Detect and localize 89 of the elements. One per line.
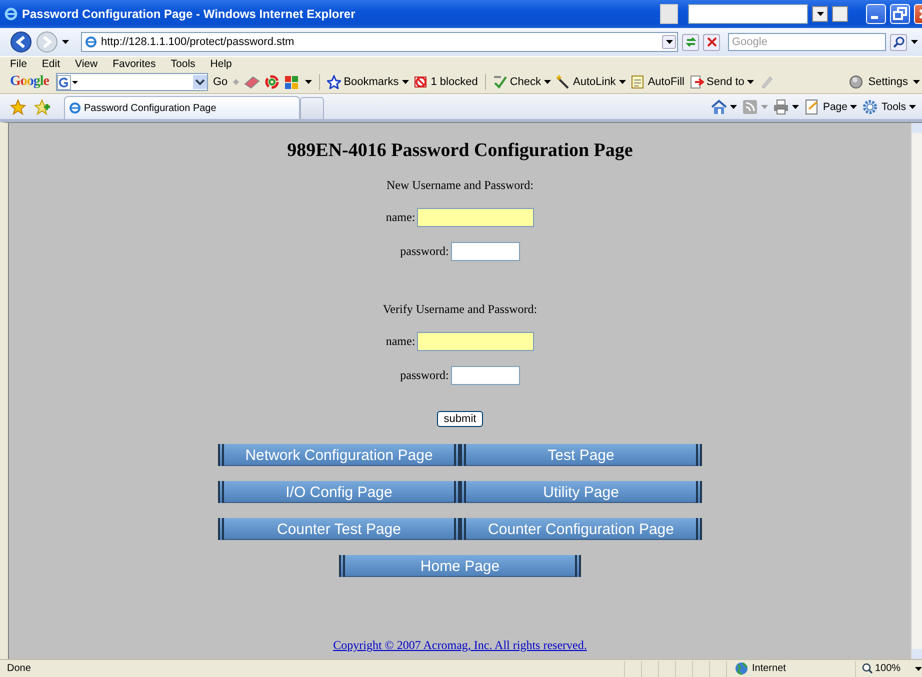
dropdown-arrow-icon[interactable] (544, 80, 551, 84)
magic-wand-icon (556, 75, 570, 89)
globe-icon (735, 662, 748, 675)
field-label: password: (400, 368, 449, 383)
ie-page-icon (69, 102, 81, 114)
back-button[interactable] (10, 31, 32, 53)
add-favorite-icon[interactable] (34, 98, 50, 114)
settings-icon[interactable] (849, 75, 864, 89)
section-heading: New Username and Password: (386, 178, 534, 193)
highlighter-icon (759, 75, 774, 89)
home-icon[interactable] (710, 98, 727, 114)
send-icon (690, 75, 704, 89)
search-input[interactable] (688, 4, 808, 24)
toolbar-button[interactable]: AutoFill (648, 76, 684, 88)
text-field[interactable] (417, 208, 534, 227)
g-icon (57, 74, 79, 90)
page-heading: 989EN-4016 Password Configuration Page (287, 140, 633, 162)
dropdown-arrow-icon[interactable] (618, 80, 626, 84)
refresh-button[interactable] (682, 34, 699, 50)
dropdown-button[interactable] (812, 6, 828, 22)
tools-menu-button[interactable]: Tools (862, 98, 906, 114)
spellcheck-icon (492, 75, 507, 89)
dropdown-arrow-icon[interactable] (909, 104, 916, 108)
scrollbar[interactable] (911, 123, 922, 659)
dropdown-arrow-icon[interactable] (666, 40, 672, 44)
maximize-button[interactable] (890, 4, 910, 24)
menu-item[interactable]: View (75, 58, 98, 70)
dropdown-arrow-icon[interactable] (792, 104, 799, 108)
google-search-field[interactable] (56, 73, 208, 91)
menu-item[interactable]: Tools (170, 58, 196, 70)
notepad-icon (630, 75, 645, 89)
minimize-icon (871, 16, 878, 19)
text-field[interactable] (450, 366, 520, 385)
ie-page-icon (85, 36, 97, 48)
page-menu-button[interactable]: Page (804, 98, 848, 114)
toolbar-button[interactable]: Bookmarks (344, 76, 399, 88)
dropdown-arrow-icon[interactable] (850, 104, 858, 108)
go-button[interactable]: Go (213, 76, 228, 88)
dropdown-arrow-icon[interactable] (730, 104, 737, 108)
gear-icon (862, 98, 878, 114)
magnifier-icon (862, 663, 873, 674)
menu-item[interactable]: Favorites (112, 58, 156, 70)
toolbar-button[interactable]: AutoLink (573, 76, 616, 88)
toolbar-button[interactable]: Check (510, 76, 541, 88)
copyright-link[interactable]: Copyright © 2007 Acromag, Inc. All rights reserved. (333, 638, 587, 653)
dropdown-arrow-icon[interactable] (402, 80, 409, 84)
minimize-button[interactable] (866, 4, 886, 24)
field-label: password: (400, 244, 449, 259)
menu-item[interactable]: Edit (42, 58, 60, 70)
history-dropdown-icon[interactable] (62, 40, 69, 44)
toolbar-button[interactable]: Send to (706, 76, 744, 88)
eraser-icon[interactable] (244, 75, 260, 89)
swirl-icon[interactable] (264, 75, 279, 89)
dropdown-arrow-icon[interactable] (915, 666, 922, 670)
search-options-icon[interactable] (911, 40, 918, 44)
ie-logo-icon (4, 7, 18, 21)
browser-tab[interactable]: Password Configuration Page (64, 96, 300, 119)
favorites-star-icon[interactable] (10, 98, 26, 114)
stop-button[interactable] (703, 34, 720, 50)
restore-icon (891, 5, 909, 23)
window-title: Password Configuration Page - Windows Internet Explorer (22, 7, 356, 21)
printer-icon[interactable] (772, 98, 789, 114)
google-logo: Google (10, 74, 49, 90)
security-zone: Internet (752, 663, 786, 674)
dropdown-arrow-icon[interactable] (816, 12, 824, 16)
settings-button[interactable]: Settings (868, 76, 908, 88)
field-label: name: (386, 334, 416, 349)
search-button[interactable] (890, 34, 907, 50)
address-dropdown-button[interactable] (662, 35, 676, 49)
menu-item[interactable]: File (10, 58, 27, 70)
dropdown-arrow-icon[interactable] (747, 80, 754, 84)
text-field[interactable] (417, 332, 534, 351)
submit-button[interactable]: submit (436, 411, 484, 427)
toolbar-button[interactable]: 1 blocked (430, 76, 478, 88)
dropdown-arrow-icon[interactable] (304, 80, 312, 84)
star-icon (326, 75, 341, 89)
search-field[interactable]: Google (728, 33, 886, 51)
dropdown-arrow-icon[interactable] (913, 80, 920, 84)
field-label: name: (386, 210, 416, 225)
page-icon (804, 98, 820, 114)
arrows-icon (232, 78, 239, 86)
status-text: Done (7, 663, 32, 674)
text-field[interactable] (450, 242, 520, 261)
puzzle-icon[interactable] (284, 75, 300, 89)
section-heading: Verify Username and Password: (382, 302, 538, 317)
zoom-button[interactable]: 100% (862, 663, 901, 674)
menu-item[interactable]: Help (210, 58, 232, 70)
blocked-popup-icon (414, 75, 428, 89)
dropdown-button[interactable] (193, 75, 207, 89)
